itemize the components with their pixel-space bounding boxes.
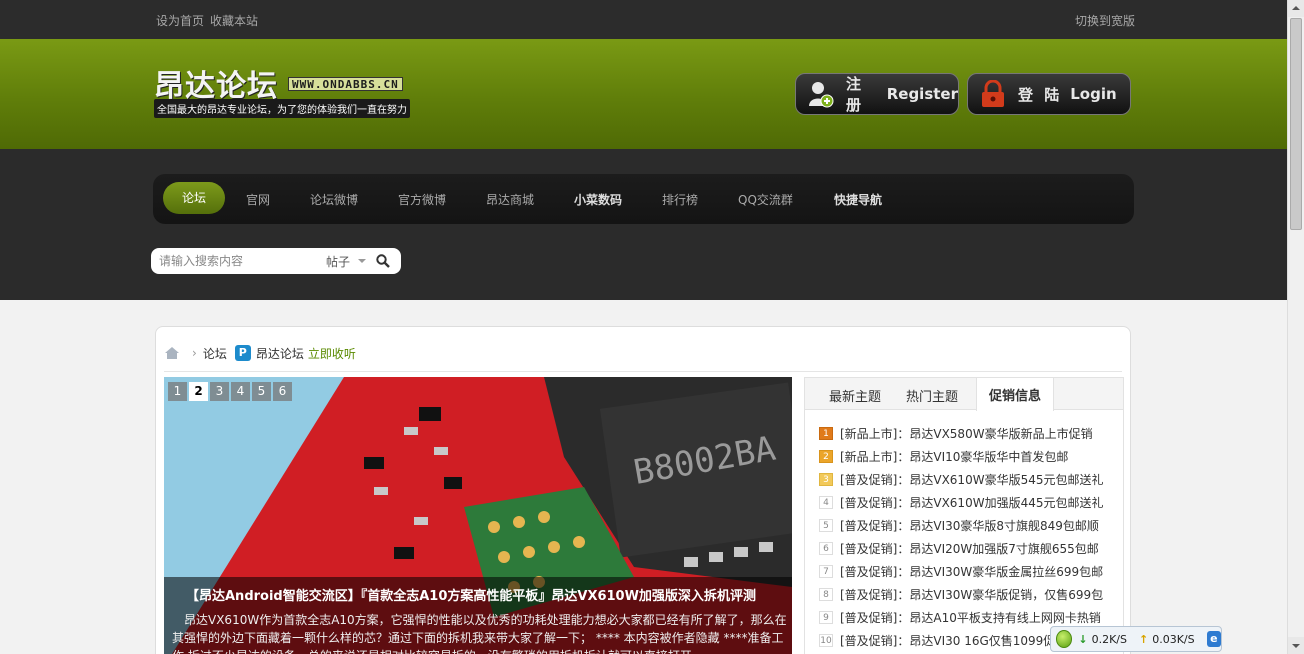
promo-tabs: 最新主题 热门主题 促销信息 [805,378,1123,411]
nav-area: 论坛 官网 论坛微博 官方微博 昂达商城 小菜数码 排行榜 QQ交流群 快捷导航… [0,149,1287,300]
download-arrow-icon: ↓ [1078,632,1088,646]
list-item-text[interactable]: [新品上市]：昂达VX580W豪华版新品上市促销 [840,425,1093,442]
tab-promo[interactable]: 促销信息 [976,378,1055,411]
breadcrumb-site[interactable]: 昂达论坛 [256,345,304,362]
featured-slider[interactable]: B8002BA 1 2 3 4 5 6 【昂达Android智能交流区】『首款全… [164,377,792,654]
upload-speed: 0.03K/S [1152,632,1195,646]
rank-badge: 2 [819,450,833,463]
nav-item-quick-nav[interactable]: 快捷导航 [834,191,882,208]
list-item[interactable]: 6 [普及促销]：昂达VI20W加强版7寸旗舰655包邮 [819,537,1119,560]
tab-hot[interactable]: 热门主题 [906,386,958,405]
list-item-text[interactable]: [普及促销]：昂达A10平板支持有线上网网卡热销 [840,609,1101,626]
slide-title[interactable]: 【昂达Android智能交流区】『首款全志A10方案高性能平板』昂达VX610W… [186,585,756,604]
search-type-select[interactable]: 帖子 [326,253,350,270]
download-speed: 0.2K/S [1091,632,1127,646]
list-item[interactable]: 7 [普及促销]：昂达VI30W豪华版金属拉丝699包邮 [819,560,1119,583]
subscribe-link[interactable]: 立即收听 [308,345,356,362]
lock-icon [980,79,1006,108]
rank-badge: 10 [819,634,833,647]
nav-item-shop[interactable]: 昂达商城 [486,191,534,208]
logo-url: WWW.ONDABBS.CN [288,77,403,91]
rank-badge: 6 [819,542,833,555]
register-button[interactable]: 注 册 Register [795,73,959,115]
weibo-icon[interactable]: P [234,345,251,361]
network-speed-widget[interactable]: ↓ 0.2K/S ↑ 0.03K/S e [1050,626,1222,652]
list-item-text[interactable]: [新品上市]：昂达VI10豪华版华中首发包邮 [840,448,1068,465]
rank-badge: 8 [819,588,833,601]
list-item-text[interactable]: [普及促销]：昂达VI30豪华版8寸旗舰849包邮顺 [840,517,1099,534]
list-item[interactable]: 8 [普及促销]：昂达VI30W豪华版促销，仅售699包 [819,583,1119,606]
rank-badge: 4 [819,496,833,509]
site-logo[interactable]: 昂达论坛 WWW.ONDABBS.CN 全国最大的昂达专业论坛，为了您的体验我们… [154,61,436,121]
divider [164,371,1122,372]
list-item-text[interactable]: [普及促销]：昂达VI30W豪华版促销，仅售699包 [840,586,1103,603]
list-item-text[interactable]: [普及促销]：昂达VX610W加强版445元包邮送礼 [840,494,1103,511]
scroll-up-icon[interactable] [1288,0,1304,17]
site-header: 昂达论坛 WWW.ONDABBS.CN 全国最大的昂达专业论坛，为了您的体验我们… [0,39,1287,149]
promo-list: 1 [新品上市]：昂达VX580W豪华版新品上市促销 2 [新品上市]：昂达VI10… [819,422,1119,652]
slider-page-1[interactable]: 1 [168,382,187,401]
nav-item-qq-group[interactable]: QQ交流群 [738,191,793,208]
slider-page-4[interactable]: 4 [231,382,250,401]
rank-badge: 7 [819,565,833,578]
accelerator-ball-icon[interactable] [1056,630,1073,648]
list-item-text[interactable]: [普及促销]：昂达VI30W豪华版金属拉丝699包邮 [840,563,1103,580]
slider-page-2[interactable]: 2 [189,382,208,401]
promo-panel: 最新主题 热门主题 促销信息 1 [新品上市]：昂达VX580W豪华版新品上市促销… [804,377,1124,654]
slider-pager: 1 2 3 4 5 6 [168,382,294,401]
login-label-en: Login [1070,85,1117,103]
list-item-text[interactable]: [普及促销]：昂达VI20W加强版7寸旗舰655包邮 [840,540,1099,557]
upload-arrow-icon: ↑ [1139,632,1149,646]
list-item[interactable]: 5 [普及促销]：昂达VI30豪华版8寸旗舰849包邮顺 [819,514,1119,537]
set-home-link[interactable]: 设为首页 [156,14,204,28]
rank-badge: 9 [819,611,833,624]
nav-item-digital[interactable]: 小菜数码 [574,191,622,208]
search-box: 帖子 [151,248,401,274]
switch-wide-link[interactable]: 切换到宽版 [1075,12,1135,29]
rank-badge: 1 [819,427,833,440]
list-item[interactable]: 3 [普及促销]：昂达VX610W豪华版545元包邮送礼 [819,468,1119,491]
nav-item-forum-weibo[interactable]: 论坛微博 [310,191,358,208]
browser-icon[interactable]: e [1206,631,1221,647]
home-icon[interactable] [164,346,180,360]
list-item[interactable]: 4 [普及促销]：昂达VX610W加强版445元包邮送礼 [819,491,1119,514]
list-item[interactable]: 2 [新品上市]：昂达VI10豪华版华中首发包邮 [819,445,1119,468]
scroll-thumb[interactable] [1290,18,1302,230]
breadcrumb-forum[interactable]: 论坛 [203,345,227,362]
top-bar: 设为首页 收藏本站 切换到宽版 [0,0,1287,39]
logo-slogan: 全国最大的昂达专业论坛，为了您的体验我们一直在努力 [154,99,410,118]
slide-caption: 【昂达Android智能交流区】『首款全志A10方案高性能平板』昂达VX610W… [164,577,792,654]
vertical-scrollbar[interactable] [1287,0,1304,654]
main-nav: 论坛 官网 论坛微博 官方微博 昂达商城 小菜数码 排行榜 QQ交流群 快捷导航 [153,174,1134,224]
add-user-icon [808,80,834,108]
slider-page-6[interactable]: 6 [273,382,292,401]
slide-description: 昂达VX610W作为首款全志A10方案，它强悍的性能以及优秀的功耗处理能力想必大… [172,613,787,654]
tab-latest[interactable]: 最新主题 [829,386,881,405]
login-button[interactable]: 登 陆 Login [967,73,1131,115]
bookmark-link[interactable]: 收藏本站 [210,14,258,28]
nav-item-forum[interactable]: 论坛 [163,182,225,214]
top-links: 设为首页 收藏本站 [156,12,264,29]
register-label-en: Register [886,85,958,103]
list-item-text[interactable]: [普及促销]：昂达VI30 16G仅售1099促 [840,632,1055,649]
nav-item-official-site[interactable]: 官网 [246,191,270,208]
scroll-down-icon[interactable] [1288,637,1304,654]
chevron-down-icon[interactable] [358,259,366,263]
rank-badge: 3 [819,473,833,486]
rank-badge: 5 [819,519,833,532]
register-label: 注 册 [846,75,865,114]
list-item-text[interactable]: [普及促销]：昂达VX610W豪华版545元包邮送礼 [840,471,1103,488]
login-label: 登 陆 [1018,85,1063,104]
list-item[interactable]: 1 [新品上市]：昂达VX580W豪华版新品上市促销 [819,422,1119,445]
breadcrumb: › 论坛 P 昂达论坛 立即收听 [164,344,356,362]
content-panel: › 论坛 P 昂达论坛 立即收听 B8002BA 1 2 3 4 5 6 【昂达… [155,326,1131,654]
nav-item-ranking[interactable]: 排行榜 [662,191,698,208]
search-input[interactable] [159,251,309,271]
search-icon[interactable] [376,254,390,268]
nav-item-official-weibo[interactable]: 官方微博 [398,191,446,208]
breadcrumb-separator: › [192,346,197,360]
slider-page-5[interactable]: 5 [252,382,271,401]
slider-page-3[interactable]: 3 [210,382,229,401]
